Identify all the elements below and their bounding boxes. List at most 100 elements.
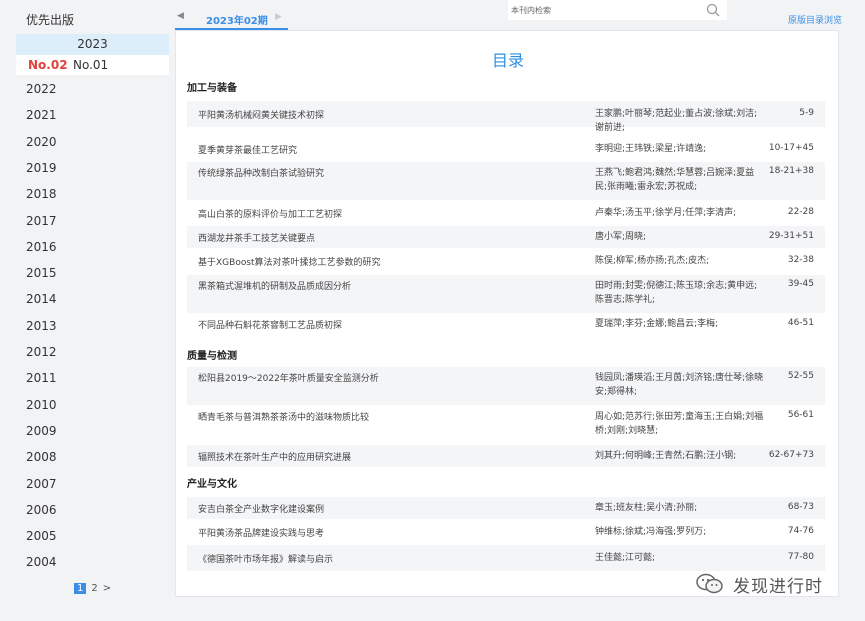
pagination: 1 2 > (74, 583, 111, 594)
toc-title: 目录 (491, 51, 524, 70)
article-row: 基于XGBoost算法对茶叶揉捻工艺参数的研究 陈俣;柳军;杨亦扬;孔杰;皮杰; 3… (187, 250, 825, 272)
article-title[interactable]: 松阳县2019～2022年茶叶质量安全监测分析 (198, 371, 379, 384)
article-row: 平阳黄汤茶品牌建设实践与思考 钟维标;徐斌;冯海强;罗列万; 74-76 (187, 521, 825, 543)
current-year[interactable]: 2023 (16, 34, 169, 55)
article-authors: 卢秦华;汤玉平;徐学月;任萍;李清声; (595, 208, 737, 218)
sidebar: 优先出版 2023 No.02 No.01 2022 2021 2020 2019 20… (16, 0, 169, 621)
article-title[interactable]: 西湖龙井茶手工技艺关键要点 (198, 231, 315, 244)
issue-link-no02[interactable]: No.02 (28, 55, 68, 75)
article-row: 夏季黄芽茶最佳工艺研究 李明迎;王玮铁;梁星;许靖逸; 10-17+45 (187, 138, 825, 160)
article-authors: 王家鹏;叶丽琴;范起业;董占波;徐斌;刘洁;谢前进; (595, 109, 758, 133)
year-link[interactable]: 2014 (26, 292, 57, 306)
year-link[interactable]: 2004 (26, 555, 57, 569)
prev-issue-icon[interactable]: ◀ (177, 11, 184, 21)
watermark-text: 发现进行时 (733, 577, 823, 597)
original-toc-link[interactable]: 原版目录浏览 (788, 13, 842, 26)
article-pages: 5-9 (799, 108, 814, 118)
article-authors: 陈俣;柳军;杨亦扬;孔杰;皮杰; (595, 256, 710, 266)
next-page-arrow[interactable]: > (103, 583, 111, 594)
year-link[interactable]: 2012 (26, 345, 57, 359)
article-row: 松阳县2019～2022年茶叶质量安全监测分析 钱园凤;潘瑛滔;王月茵;刘济铭;唐… (187, 367, 825, 405)
year-link[interactable]: 2005 (26, 529, 57, 543)
search-box (508, 0, 727, 20)
year-link[interactable]: 2009 (26, 424, 57, 438)
year-link[interactable]: 2022 (26, 82, 57, 96)
page-2[interactable]: 2 (91, 583, 97, 594)
article-pages: 10-17+45 (768, 143, 814, 153)
year-link[interactable]: 2007 (26, 477, 57, 491)
article-title[interactable]: 黑茶箱式渥堆机的研制及品质成因分析 (198, 279, 351, 292)
year-link[interactable]: 2013 (26, 319, 57, 333)
article-pages: 46-51 (787, 318, 814, 328)
watermark: 发现进行时 (695, 566, 845, 602)
article-title[interactable]: 平阳黄汤茶品牌建设实践与思考 (198, 526, 324, 539)
issue-list: No.02 No.01 (16, 55, 169, 75)
year-link[interactable]: 2021 (26, 108, 57, 122)
article-authors: 田时雨;封雯;倪德江;陈玉琼;余志;黄申远;陈晋志;陈学礼; (595, 281, 758, 305)
year-link[interactable]: 2006 (26, 503, 57, 517)
search-input[interactable] (511, 3, 691, 17)
article-authors: 李明迎;王玮铁;梁星;许靖逸; (595, 144, 707, 154)
article-row: 不同品种石斛花茶窨制工艺品质初探 夏瑞萍;李芬;金娜;鲍昌云;李梅; 46-51 (187, 313, 825, 335)
wechat-icon (696, 573, 723, 594)
article-pages: 29-31+51 (768, 231, 814, 241)
search-icon[interactable] (706, 3, 720, 17)
article-row: 辐照技术在茶叶生产中的应用研究进展 刘其升;何明峰;王青然;石鹏;汪小钢; 62-6… (187, 445, 825, 467)
issue-link-no01[interactable]: No.01 (73, 55, 108, 75)
article-pages: 74-76 (787, 526, 814, 536)
toc-panel: 目录 加工与装备平阳黄汤机械闷黄关键技术初探 王家鹏;叶丽琴;范起业;董占波;徐斌… (175, 30, 839, 597)
article-authors: 钟维标;徐斌;冯海强;罗列万; (595, 527, 707, 537)
sidebar-heading: 优先出版 (26, 13, 75, 27)
article-pages: 52-55 (787, 371, 814, 381)
article-title[interactable]: 安吉白茶全产业数字化建设案例 (198, 502, 324, 515)
article-pages: 56-61 (787, 410, 814, 420)
section-heading: 产业与文化 (187, 479, 237, 490)
article-row: 安吉白茶全产业数字化建设案例 章玉;班友柱;吴小清;孙丽; 68-73 (187, 497, 825, 519)
page-1[interactable]: 1 (74, 583, 87, 594)
article-authors: 唐小军;周晓; (595, 232, 647, 242)
year-link[interactable]: 2018 (26, 187, 57, 201)
article-authors: 钱园凤;潘瑛滔;王月茵;刘济铭;唐仕琴;徐晓安;郑得林; (595, 373, 764, 397)
article-row: 传统绿茶品种改制白茶试验研究 王燕飞;鲍君鸿;魏然;华慧蓉;吕婉泽;夏益民;张雨曦… (187, 162, 825, 200)
article-row: 高山白茶的原料评价与加工工艺初探 卢秦华;汤玉平;徐学月;任萍;李清声; 22-28 (187, 202, 825, 224)
article-authors: 周心如;范苏行;张田芳;童海玉;王白娟;刘福桥;刘刚;刘晓慧; (595, 412, 764, 436)
article-pages: 62-67+73 (768, 450, 814, 460)
section-heading: 加工与装备 (187, 83, 237, 94)
article-authors: 刘其升;何明峰;王青然;石鹏;汪小钢; (595, 451, 737, 461)
year-link[interactable]: 2010 (26, 398, 57, 412)
issue-tab-bar: ◀ 2023年02期 ▶ (175, 9, 290, 31)
year-link[interactable]: 2017 (26, 214, 57, 228)
next-issue-icon[interactable]: ▶ (275, 12, 282, 22)
article-title[interactable]: 晒青毛茶与普洱熟茶茶汤中的滋味物质比较 (198, 410, 369, 423)
year-link[interactable]: 2008 (26, 450, 57, 464)
year-link[interactable]: 2016 (26, 240, 57, 254)
year-link[interactable]: 2020 (26, 135, 57, 149)
article-pages: 18-21+38 (768, 166, 814, 176)
article-row: 平阳黄汤机械闷黄关键技术初探 王家鹏;叶丽琴;范起业;董占波;徐斌;刘洁;谢前进;… (187, 101, 825, 133)
year-link[interactable]: 2015 (26, 266, 57, 280)
article-title[interactable]: 高山白茶的原料评价与加工工艺初探 (198, 207, 342, 220)
article-pages: 22-28 (787, 207, 814, 217)
year-link[interactable]: 2011 (26, 371, 57, 385)
article-title[interactable]: 夏季黄芽茶最佳工艺研究 (198, 143, 297, 156)
article-row: 晒青毛茶与普洱熟茶茶汤中的滋味物质比较 周心如;范苏行;张田芳;童海玉;王白娟;刘… (187, 406, 825, 444)
article-authors: 王佳懿;江可懿; (595, 553, 656, 563)
article-title[interactable]: 平阳黄汤机械闷黄关键技术初探 (198, 108, 324, 121)
article-pages: 32-38 (787, 255, 814, 265)
year-link[interactable]: 2019 (26, 161, 57, 175)
article-pages: 77-80 (787, 552, 814, 562)
article-pages: 39-45 (787, 279, 814, 289)
article-title[interactable]: 基于XGBoost算法对茶叶揉捻工艺参数的研究 (198, 255, 381, 268)
article-row: 西湖龙井茶手工技艺关键要点 唐小军;周晓; 29-31+51 (187, 226, 825, 248)
section-heading: 质量与检测 (187, 351, 237, 362)
article-title[interactable]: 《德国茶叶市场年报》解读与启示 (198, 552, 333, 565)
article-title[interactable]: 辐照技术在茶叶生产中的应用研究进展 (198, 450, 351, 463)
article-authors: 夏瑞萍;李芬;金娜;鲍昌云;李梅; (595, 319, 719, 329)
article-title[interactable]: 传统绿茶品种改制白茶试验研究 (198, 166, 324, 179)
issue-tab[interactable]: 2023年02期 (206, 12, 268, 27)
article-title[interactable]: 不同品种石斛花茶窨制工艺品质初探 (198, 318, 342, 331)
article-authors: 章玉;班友柱;吴小清;孙丽; (595, 503, 698, 513)
article-pages: 68-73 (787, 502, 814, 512)
article-authors: 王燕飞;鲍君鸿;魏然;华慧蓉;吕婉泽;夏益民;张雨曦;雷永宏;苏祝成; (595, 168, 755, 192)
article-row: 黑茶箱式渥堆机的研制及品质成因分析 田时雨;封雯;倪德江;陈玉琼;余志;黄申远;陈… (187, 275, 825, 313)
